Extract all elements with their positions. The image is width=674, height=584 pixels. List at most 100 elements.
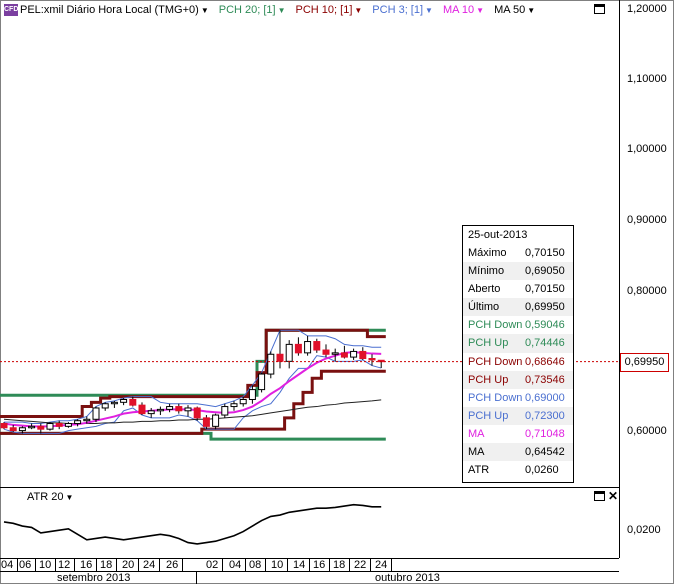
info-date: 25-out-2013 xyxy=(468,229,528,241)
info-key: PCH Up xyxy=(468,409,509,422)
y-tick-label: 0,60000 xyxy=(627,425,667,437)
date-tick: 10 xyxy=(39,559,52,571)
date-tick-separator xyxy=(138,559,139,571)
date-tick-separator xyxy=(55,559,56,571)
candle-body xyxy=(74,420,82,425)
info-key: Máximo xyxy=(468,247,507,259)
candle-body xyxy=(120,398,128,403)
date-tick: 14 xyxy=(293,559,306,571)
candle-body xyxy=(304,341,312,354)
info-value: 0,72300 xyxy=(525,409,565,422)
month-label: setembro 2013 xyxy=(57,572,131,584)
info-key: PCH Down xyxy=(468,319,523,332)
y-tick-label: 1,10000 xyxy=(627,73,667,85)
date-tick-separator xyxy=(116,559,117,571)
candle-body xyxy=(0,423,8,429)
month-label: outubro 2013 xyxy=(375,572,440,584)
candle-body xyxy=(101,403,109,409)
date-tick: 18 xyxy=(333,559,346,571)
info-row: PCH Down 0,68646 xyxy=(463,353,573,371)
candle-body xyxy=(340,352,348,358)
info-value: 0,69950 xyxy=(525,301,565,314)
candle-body xyxy=(184,407,192,412)
info-value: 0,64542 xyxy=(525,446,565,459)
info-key: PCH Down xyxy=(468,355,523,368)
info-key: MA xyxy=(468,446,485,459)
info-value: 0,71048 xyxy=(525,427,565,440)
data-window: 25-out-2013 Máximo 0,70150 Mínimo 0,69050 Ab… xyxy=(462,225,574,483)
date-tick-separator xyxy=(391,559,392,571)
candle-body xyxy=(175,406,183,412)
date-tick: 26 xyxy=(166,559,179,571)
candle-body xyxy=(239,398,247,405)
info-key: Aberto xyxy=(468,283,501,296)
candle-body xyxy=(322,349,330,355)
info-row: PCH Up 0,74446 xyxy=(463,334,573,353)
pch20-up-line xyxy=(0,328,386,397)
date-tick-separator xyxy=(245,559,246,571)
candle-body xyxy=(147,410,155,415)
info-key: PCH Down xyxy=(468,391,523,404)
candle-body xyxy=(276,353,284,362)
candle-body xyxy=(37,425,45,430)
date-tick-separator xyxy=(35,559,36,571)
info-key: PCH Up xyxy=(468,373,509,386)
candle-body xyxy=(313,341,321,351)
date-tick-separator xyxy=(159,559,160,571)
candle-body xyxy=(138,404,146,415)
candle-body xyxy=(46,423,54,430)
info-row: Mínimo 0,69050 xyxy=(463,262,573,281)
candle-body xyxy=(350,350,358,358)
candle-body xyxy=(166,406,174,410)
date-tick: 04 xyxy=(229,559,242,571)
candle-body xyxy=(248,389,256,400)
info-value: 0,70150 xyxy=(525,247,565,259)
date-axis: 04 06 10 12 16 18 20 24 26 02 04 08 10 14 16 18 22 24 xyxy=(0,558,619,571)
atr-chart xyxy=(3,503,382,545)
date-tick-separator xyxy=(349,559,350,571)
date-tick: 24 xyxy=(375,559,388,571)
date-tick: 22 xyxy=(354,559,367,571)
info-value: 0,59046 xyxy=(525,319,565,332)
candle-body xyxy=(9,427,17,432)
date-tick: 18 xyxy=(100,559,113,571)
candle-body xyxy=(294,343,302,354)
info-value: 0,74446 xyxy=(525,337,565,350)
month-axis: setembro 2013 outubro 2013 xyxy=(0,571,619,584)
candle-body xyxy=(267,353,275,375)
date-tick-separator xyxy=(329,559,330,571)
info-key: MA xyxy=(468,427,485,440)
date-tick: 24 xyxy=(143,559,156,571)
date-tick-separator xyxy=(265,559,266,571)
info-row: Máximo 0,70150 xyxy=(463,244,573,262)
info-row: ATR 0,0260 xyxy=(463,461,573,479)
candle-body xyxy=(83,418,91,422)
info-value: 0,70150 xyxy=(525,283,565,296)
info-key: Mínimo xyxy=(468,265,505,278)
candle-body xyxy=(285,343,293,362)
candle-body xyxy=(368,358,376,361)
y-tick-label: 1,20000 xyxy=(627,3,667,15)
candle-body xyxy=(202,417,210,427)
info-value: 0,69000 xyxy=(525,391,565,404)
date-tick-separator xyxy=(17,559,18,571)
y-tick-label: 0,90000 xyxy=(627,214,667,226)
date-tick: 16 xyxy=(80,559,93,571)
date-tick: 16 xyxy=(313,559,326,571)
candle-body xyxy=(129,398,137,406)
info-row: MA 0,64542 xyxy=(463,443,573,462)
date-tick-separator xyxy=(309,559,310,571)
axis-separator xyxy=(619,0,620,558)
candle-body xyxy=(212,414,220,427)
date-tick-separator xyxy=(182,559,183,571)
candle-body xyxy=(18,427,26,432)
info-row: MA 0,71048 xyxy=(463,425,573,443)
date-tick: 10 xyxy=(271,559,284,571)
date-tick: 06 xyxy=(19,559,32,571)
date-tick-separator xyxy=(96,559,97,571)
y-tick-label: 0,80000 xyxy=(627,285,667,297)
y-tick-label: 1,00000 xyxy=(627,143,667,155)
candle-body xyxy=(28,425,36,429)
info-row: PCH Up 0,73546 xyxy=(463,370,573,389)
candle-body xyxy=(258,373,266,391)
